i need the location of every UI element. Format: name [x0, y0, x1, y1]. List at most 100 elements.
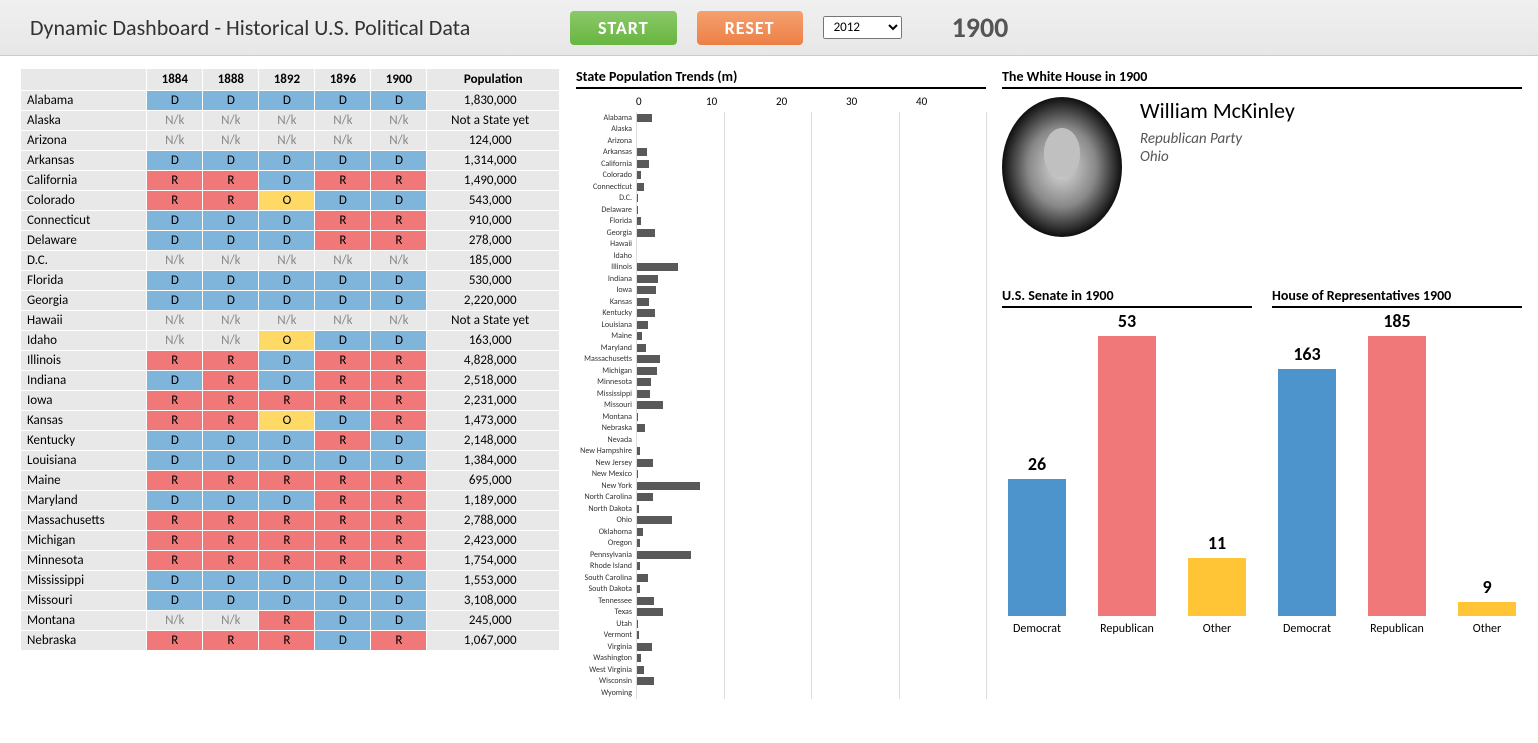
- population-bar-row: Maryland: [576, 342, 986, 354]
- population-bar-label: New Jersey: [576, 458, 636, 468]
- population-bar-row: Texas: [576, 607, 986, 619]
- year-select[interactable]: 2012: [823, 16, 902, 39]
- population-bar-row: Indiana: [576, 273, 986, 285]
- population-bar: [636, 459, 653, 467]
- population-bar: [636, 275, 658, 283]
- vote-cell: R: [315, 231, 371, 251]
- state-name-cell: D.C.: [21, 251, 147, 271]
- vote-cell: R: [315, 391, 371, 411]
- vote-cell: R: [259, 391, 315, 411]
- population-bar-row: Mississippi: [576, 388, 986, 400]
- population-bar-row: Vermont: [576, 630, 986, 642]
- population-bar-label: Kentucky: [576, 308, 636, 318]
- population-bar-row: Kentucky: [576, 308, 986, 320]
- chart-bar: [1008, 479, 1066, 616]
- vote-cell: D: [203, 491, 259, 511]
- population-cell: 1,067,000: [427, 631, 560, 651]
- current-year-display: 1900: [952, 10, 1009, 45]
- population-bar-label: Oklahoma: [576, 527, 636, 537]
- chart-bar-group: 26Democrat: [1002, 453, 1072, 636]
- population-bar-row: New Mexico: [576, 469, 986, 481]
- table-row: ColoradoRRODD543,000: [21, 191, 560, 211]
- vote-cell: R: [147, 511, 203, 531]
- population-bar-label: Wyoming: [576, 688, 636, 698]
- population-cell: 3,108,000: [427, 591, 560, 611]
- state-name-cell: Missouri: [21, 591, 147, 611]
- population-cell: 124,000: [427, 131, 560, 151]
- population-cell: 163,000: [427, 331, 560, 351]
- population-cell: 910,000: [427, 211, 560, 231]
- state-name-cell: Illinois: [21, 351, 147, 371]
- population-bar-row: Kansas: [576, 296, 986, 308]
- house-chart-title: House of Representatives 1900: [1272, 287, 1522, 308]
- population-bar-label: Kansas: [576, 297, 636, 307]
- president-party: Republican Party: [1140, 130, 1295, 148]
- vote-cell: D: [147, 291, 203, 311]
- population-cell: 695,000: [427, 471, 560, 491]
- population-bar: [636, 666, 644, 674]
- chart-bar-group: 9Other: [1452, 576, 1522, 636]
- vote-cell: R: [203, 191, 259, 211]
- population-bar-label: Louisiana: [576, 320, 636, 330]
- vote-cell: D: [259, 271, 315, 291]
- population-bar-label: Pennsylvania: [576, 550, 636, 560]
- vote-cell: R: [147, 411, 203, 431]
- reset-button[interactable]: RESET: [697, 11, 803, 45]
- population-bar-label: Oregon: [576, 538, 636, 548]
- chart-bar-value: 163: [1293, 343, 1320, 365]
- table-row: KansasRRODR1,473,000: [21, 411, 560, 431]
- state-name-cell: Indiana: [21, 371, 147, 391]
- population-bar-row: Arizona: [576, 135, 986, 147]
- vote-cell: N/k: [147, 331, 203, 351]
- population-bar-row: New Hampshire: [576, 446, 986, 458]
- population-bar-label: West Virginia: [576, 665, 636, 675]
- vote-cell: R: [259, 551, 315, 571]
- vote-cell: N/k: [371, 111, 427, 131]
- vote-cell: N/k: [147, 111, 203, 131]
- population-bar: [636, 183, 644, 191]
- table-row: IowaRRRRR2,231,000: [21, 391, 560, 411]
- population-bar: [636, 378, 651, 386]
- vote-cell: D: [203, 231, 259, 251]
- population-cell: 2,231,000: [427, 391, 560, 411]
- population-bar-row: Idaho: [576, 250, 986, 262]
- vote-cell: O: [259, 331, 315, 351]
- vote-cell: D: [315, 331, 371, 351]
- population-bar: [636, 229, 655, 237]
- population-bar: [636, 160, 649, 168]
- population-bar-label: Hawaii: [576, 239, 636, 249]
- vote-cell: D: [203, 271, 259, 291]
- state-name-cell: California: [21, 171, 147, 191]
- vote-cell: R: [371, 211, 427, 231]
- vote-cell: D: [315, 411, 371, 431]
- population-cell: Not a State yet: [427, 111, 560, 131]
- vote-cell: N/k: [259, 111, 315, 131]
- population-bar-label: Idaho: [576, 251, 636, 261]
- vote-cell: R: [203, 631, 259, 651]
- president-state: Ohio: [1140, 148, 1295, 166]
- vote-cell: D: [371, 611, 427, 631]
- population-bar-label: Connecticut: [576, 182, 636, 192]
- start-button[interactable]: START: [570, 11, 677, 45]
- population-cell: 1,189,000: [427, 491, 560, 511]
- population-bar-row: California: [576, 158, 986, 170]
- population-chart-title: State Population Trends (m): [576, 68, 986, 89]
- population-bar-row: Tennessee: [576, 595, 986, 607]
- population-bar-label: Minnesota: [576, 377, 636, 387]
- vote-cell: N/k: [203, 251, 259, 271]
- population-bar-row: Washington: [576, 653, 986, 665]
- population-bar-label: North Carolina: [576, 492, 636, 502]
- vote-cell: D: [259, 231, 315, 251]
- population-bar-label: Nebraska: [576, 423, 636, 433]
- vote-cell: D: [315, 271, 371, 291]
- vote-cell: D: [147, 431, 203, 451]
- vote-cell: D: [147, 151, 203, 171]
- population-bar-row: North Carolina: [576, 492, 986, 504]
- page-title: Dynamic Dashboard - Historical U.S. Poli…: [30, 14, 550, 41]
- vote-cell: R: [203, 471, 259, 491]
- vote-cell: R: [315, 351, 371, 371]
- chart-bar-value: 9: [1482, 576, 1491, 598]
- state-name-cell: Mississippi: [21, 571, 147, 591]
- vote-cell: N/k: [259, 131, 315, 151]
- population-bar-row: Colorado: [576, 170, 986, 182]
